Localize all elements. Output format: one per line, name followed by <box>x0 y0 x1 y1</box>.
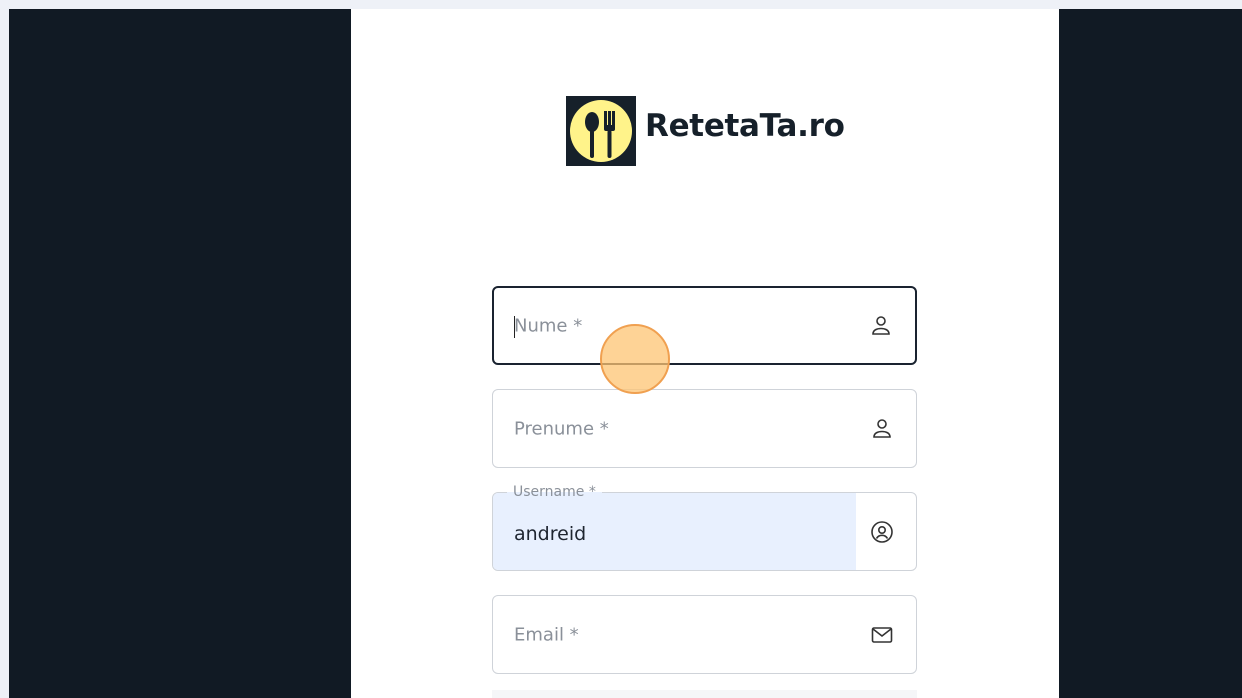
username-label: Username * <box>507 484 602 500</box>
nume-field[interactable]: Nume * <box>492 286 917 365</box>
prenume-placeholder: Prenume * <box>514 418 609 439</box>
click-indicator <box>600 324 670 394</box>
user-circle-icon <box>871 520 893 543</box>
retetata-logo-icon <box>566 96 636 166</box>
mail-icon <box>871 626 893 643</box>
prenume-field[interactable]: Prenume * <box>492 389 917 468</box>
brand-name: RetetaTa.ro <box>645 108 845 144</box>
user-icon <box>873 418 891 438</box>
right-dark-panel <box>1059 9 1242 698</box>
username-field[interactable]: Username * andreid <box>492 484 917 571</box>
username-value: andreid <box>514 523 587 545</box>
user-icon <box>872 315 890 335</box>
next-field-edge <box>492 690 917 698</box>
left-dark-panel <box>9 9 351 698</box>
email-placeholder: Email * <box>514 624 579 645</box>
email-field[interactable]: Email * <box>492 595 917 674</box>
nume-placeholder: Nume * <box>514 315 583 336</box>
